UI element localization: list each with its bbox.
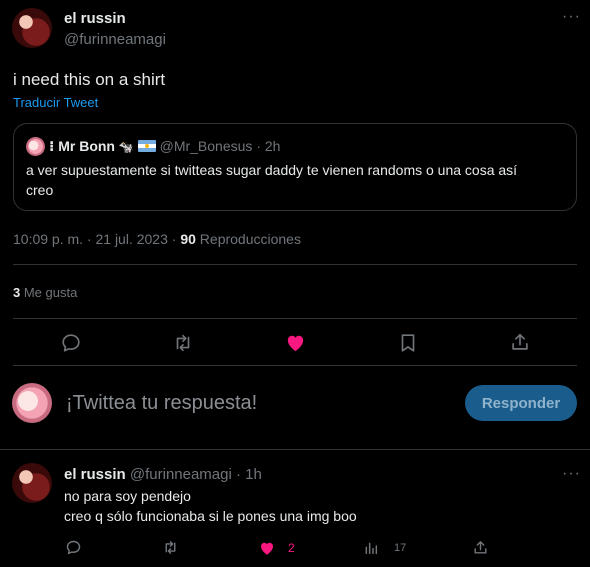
reply-like-icon[interactable] <box>258 539 276 557</box>
reply-time[interactable]: · 1h <box>236 466 262 483</box>
bookmark-icon[interactable] <box>397 332 419 354</box>
reply-button[interactable]: Responder <box>465 385 577 421</box>
share-icon[interactable] <box>509 331 531 353</box>
quoted-time: · 2h <box>256 138 281 154</box>
likes-label: Me gusta <box>20 285 78 300</box>
reply-author-handle[interactable]: @furinneamagi <box>130 466 232 483</box>
retweet-icon[interactable] <box>172 332 194 354</box>
reply-retweet-icon[interactable] <box>162 539 179 556</box>
quoted-text-line1: a ver supuestamente si twitteas sugar da… <box>26 162 518 178</box>
reply-header: el russin @furinneamagi · 1h <box>64 466 262 483</box>
reply-icon[interactable] <box>60 332 82 354</box>
reply-reply-icon[interactable] <box>65 539 82 556</box>
tweet-meta: 10:09 p. m. · 21 jul. 2023 · 90 Reproduc… <box>13 231 301 247</box>
quoted-author-name: Mr Bonn <box>58 138 115 154</box>
reply-text-line1: no para soy pendejo <box>64 488 191 504</box>
divider <box>13 365 577 366</box>
reply-like-count: 2 <box>288 541 295 555</box>
reply-share-icon[interactable] <box>472 539 489 556</box>
like-icon[interactable] <box>284 331 307 354</box>
reply-input[interactable]: ¡Twittea tu respuesta! <box>66 392 257 415</box>
argentina-flag-icon <box>137 140 156 152</box>
views-label: Reproducciones <box>195 231 301 247</box>
reply-text-line2: creo q sólo funcionaba si le pones una i… <box>64 508 357 524</box>
author-avatar[interactable] <box>12 8 52 48</box>
quoted-author-avatar <box>26 137 45 156</box>
tweet-time[interactable]: 10:09 p. m. · 21 jul. 2023 · <box>13 231 180 247</box>
more-icon[interactable]: ··· <box>562 8 581 26</box>
reply-more-icon[interactable]: ··· <box>562 465 581 483</box>
reply-author-avatar[interactable] <box>12 463 52 503</box>
views-icon[interactable] <box>363 540 379 556</box>
views-count: 90 <box>180 231 196 247</box>
divider <box>13 264 577 265</box>
quoted-text-line2: creo <box>26 182 54 198</box>
tweet-text: i need this on a shirt <box>13 70 166 89</box>
likes-stat[interactable]: 3 Me gusta <box>13 285 77 300</box>
reply-views-count: 17 <box>394 542 407 554</box>
quoted-author-handle: @Mr_Bonesus <box>159 138 253 154</box>
reply-author-name[interactable]: el russin <box>64 466 126 483</box>
translate-link[interactable]: Traducir Tweet <box>13 95 98 110</box>
divider <box>0 449 590 450</box>
quoted-author-line: ⁝ Mr Bonn 🐄 @Mr_Bonesus · 2h <box>49 138 281 154</box>
user-avatar[interactable] <box>12 383 52 423</box>
divider <box>13 318 577 319</box>
author-name[interactable]: el russin <box>64 10 126 27</box>
cow-emoji-icon: 🐄 <box>118 140 134 154</box>
author-handle[interactable]: @furinneamagi <box>64 31 166 48</box>
